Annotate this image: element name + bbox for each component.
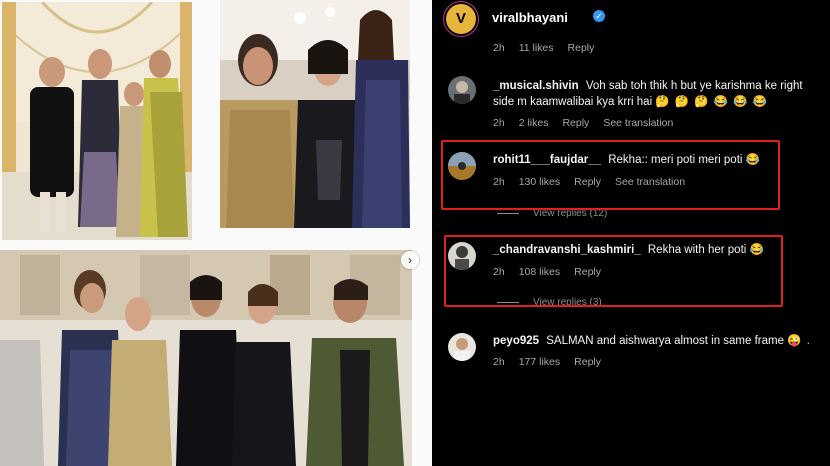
post-photo-3[interactable] <box>0 250 412 466</box>
next-image-button[interactable]: › <box>401 251 419 269</box>
comment-likes[interactable]: 11 likes <box>519 42 554 54</box>
avatar[interactable] <box>448 333 476 361</box>
post-photo-2[interactable] <box>220 0 410 228</box>
reply-button[interactable]: Reply <box>562 117 589 129</box>
comment-likes[interactable]: 2 likes <box>519 117 549 129</box>
post-photo-1[interactable] <box>2 2 192 240</box>
reply-button[interactable]: Reply <box>574 356 601 368</box>
comment-time: 2h <box>493 42 505 54</box>
comment-username[interactable]: peyo925 <box>493 335 539 347</box>
see-translation-link[interactable]: See translation <box>603 117 673 129</box>
account-avatar[interactable]: V <box>446 4 476 34</box>
comment-meta: 2h 2 likes Reply See translation <box>493 117 687 129</box>
comment-time: 2h <box>493 117 505 129</box>
comment-username[interactable]: _musical.shivin <box>493 80 579 92</box>
photo-collage: › <box>0 0 432 466</box>
comment-likes[interactable]: 177 likes <box>519 356 560 368</box>
comment-item: _musical.shivin Voh sab toh thik h but y… <box>432 74 830 134</box>
highlight-box-comment-rohit <box>441 140 780 210</box>
account-avatar-letter: V <box>455 10 466 27</box>
comment-body: peyo925 SALMAN and aishwarya almost in s… <box>493 333 823 349</box>
comment-item: peyo925 SALMAN and aishwarya almost in s… <box>432 331 830 375</box>
account-username[interactable]: viralbhayani <box>492 10 568 25</box>
comment-time: 2h <box>493 356 505 368</box>
comment-text: SALMAN and aishwarya almost in same fram… <box>546 335 784 347</box>
replies-line-divider <box>497 212 519 214</box>
avatar[interactable] <box>448 76 476 104</box>
comment-meta: 2h 177 likes Reply <box>493 356 615 368</box>
reply-button[interactable]: Reply <box>568 42 595 54</box>
comment-emojis: 😜 . <box>787 335 811 347</box>
comment-body: _musical.shivin Voh sab toh thik h but y… <box>493 78 823 110</box>
verified-badge-icon: ✓ <box>593 10 605 22</box>
post-header: V viralbhayani ✓ <box>432 0 830 36</box>
highlight-box-comment-chandravanshi <box>444 235 783 307</box>
comment-emojis: 🤔 🤔 🤔 😂 😂 😂 <box>655 96 769 108</box>
previous-comment-meta: 2h 11 likes Reply <box>493 42 608 54</box>
comments-panel: V viralbhayani ✓ 2h 11 likes Reply _musica… <box>432 0 830 466</box>
